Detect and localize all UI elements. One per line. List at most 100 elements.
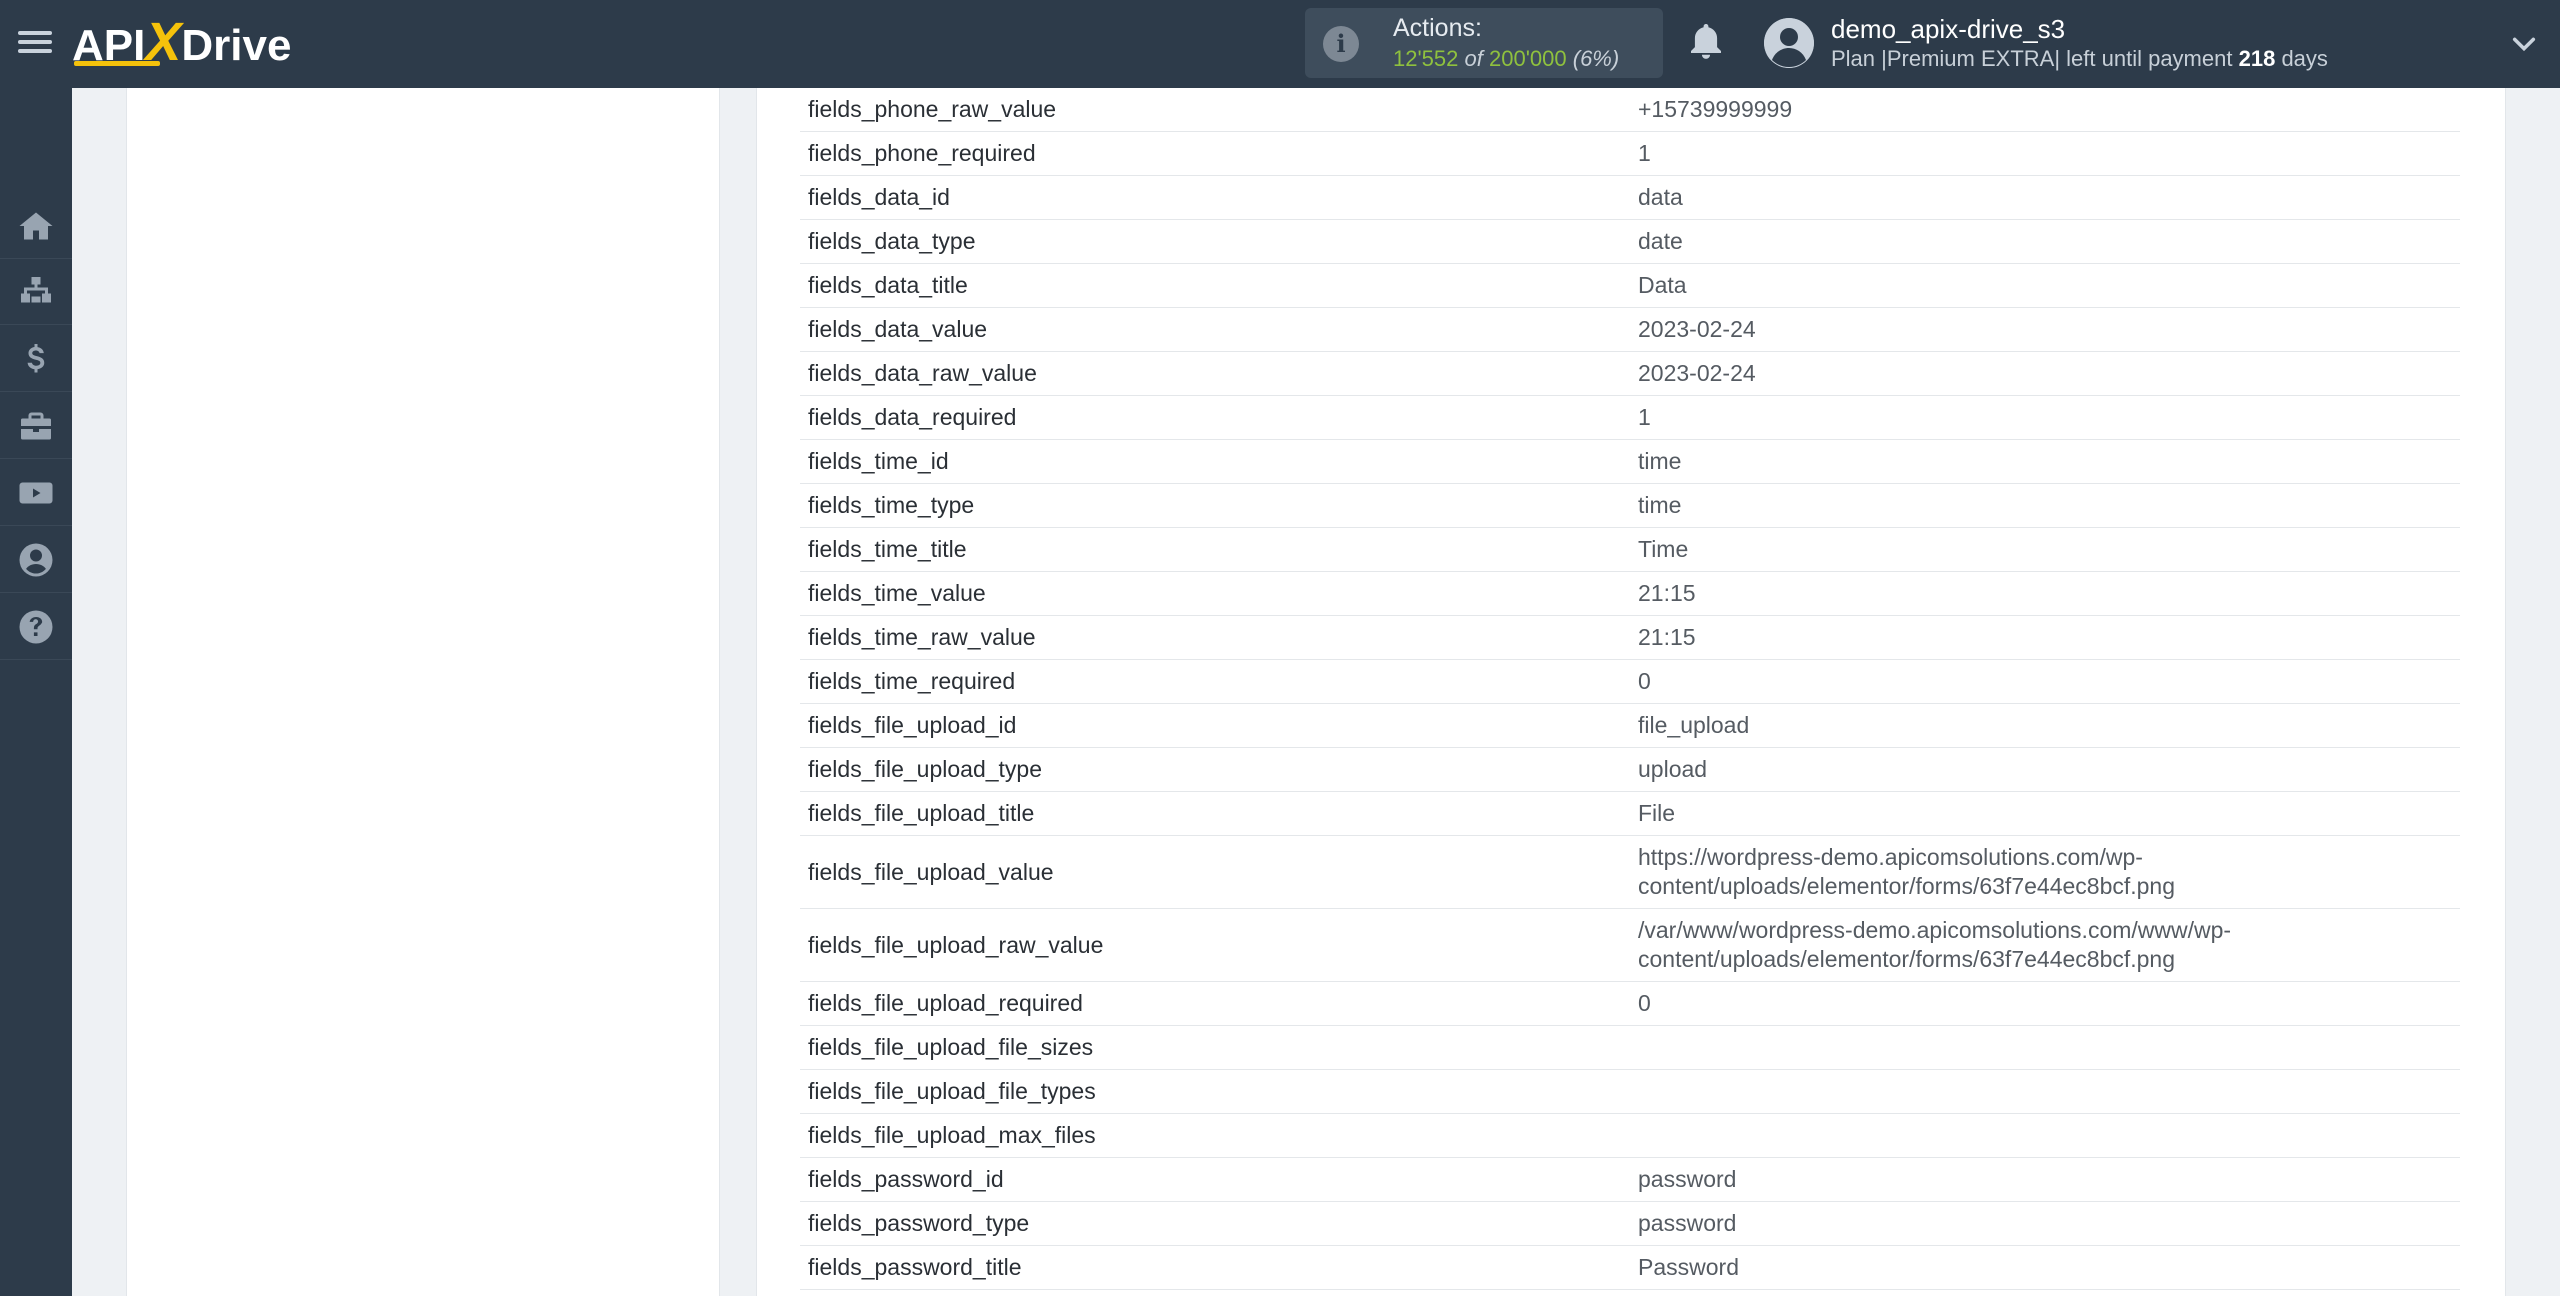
table-row: fields_time_value 21:15 <box>800 572 2460 616</box>
table-row: fields_time_raw_value 21:15 <box>800 616 2460 660</box>
field-value: Password <box>1638 1254 1739 1280</box>
actions-counter[interactable]: i Actions: 12'552 of 200'000 (6%) <box>1305 8 1663 78</box>
table-row: fields_time_required 0 <box>800 660 2460 704</box>
table-row: fields_time_type time <box>800 484 2460 528</box>
table-row: fields_data_type date <box>800 220 2460 264</box>
left-content-panel <box>126 88 720 1296</box>
left-sidebar <box>0 88 72 1296</box>
field-value: 21:15 <box>1638 624 1696 650</box>
field-value: 21:15 <box>1638 580 1696 606</box>
chevron-down-icon[interactable] <box>2510 30 2538 58</box>
field-key: fields_data_raw_value <box>808 360 1037 386</box>
user-name[interactable]: demo_apix-drive_s3 <box>1831 14 2065 45</box>
field-key: fields_file_upload_file_types <box>808 1078 1096 1104</box>
table-row: fields_data_value 2023-02-24 <box>800 308 2460 352</box>
avatar[interactable] <box>1764 18 1814 68</box>
field-value <box>1630 1114 2460 1157</box>
field-value <box>1630 1026 2460 1069</box>
field-key: fields_time_value <box>808 580 986 606</box>
table-row: fields_password_title Password <box>800 1246 2460 1290</box>
table-row: fields_file_upload_value https://wordpres… <box>800 836 2460 909</box>
table-row: fields_file_upload_file_types <box>800 1070 2460 1114</box>
field-key: fields_file_upload_title <box>808 800 1035 826</box>
sidebar-item-video[interactable] <box>0 460 72 526</box>
sitemap-icon <box>21 276 51 302</box>
table-row: fields_password_id password <box>800 1158 2460 1202</box>
field-key: fields_data_value <box>808 316 988 342</box>
field-value: 2023-02-24 <box>1638 360 1756 386</box>
sidebar-item-home[interactable] <box>0 193 72 259</box>
field-key: fields_data_required <box>808 404 1017 430</box>
field-key: fields_file_upload_required <box>808 990 1083 1016</box>
field-key: fields_data_id <box>808 184 950 210</box>
field-key: fields_phone_required <box>808 140 1036 166</box>
field-value: File <box>1638 800 1676 826</box>
field-key: fields_time_id <box>808 448 949 474</box>
logo-underline <box>74 61 160 66</box>
field-key: fields_file_upload_raw_value <box>808 931 1104 958</box>
user-circle-icon <box>19 543 53 576</box>
field-key: fields_file_upload_max_files <box>808 1122 1096 1148</box>
field-key: fields_time_type <box>808 492 975 518</box>
actions-total: 200'000 <box>1489 46 1567 71</box>
field-key: fields_file_upload_file_sizes <box>808 1034 1094 1060</box>
youtube-icon <box>19 482 53 503</box>
table-row: fields_file_upload_type upload <box>800 748 2460 792</box>
field-key: fields_password_title <box>808 1254 1022 1280</box>
table-row: fields_file_upload_required 0 <box>800 982 2460 1026</box>
table-row: fields_phone_raw_value +15739999999 <box>800 88 2460 132</box>
table-row: fields_file_upload_id file_upload <box>800 704 2460 748</box>
apix-drive-logo[interactable]: APIXDrive <box>72 14 291 70</box>
field-value: 1 <box>1638 140 1651 166</box>
field-value: file_upload <box>1638 712 1750 738</box>
plan-days: 218 <box>2238 46 2276 71</box>
dollar-icon <box>27 343 45 372</box>
field-value: 0 <box>1638 990 1651 1016</box>
table-row: fields_time_title Time <box>800 528 2460 572</box>
actions-of: of <box>1464 46 1483 71</box>
field-value: password <box>1638 1210 1737 1236</box>
bell-icon[interactable] <box>1688 22 1724 62</box>
field-key: fields_password_type <box>808 1210 1030 1236</box>
table-row: fields_data_raw_value 2023-02-24 <box>800 352 2460 396</box>
table-row: fields_phone_required 1 <box>800 132 2460 176</box>
field-value: 0 <box>1638 668 1651 694</box>
sidebar-item-services[interactable] <box>0 393 72 459</box>
plan-suffix: days <box>2281 46 2328 71</box>
field-key: fields_file_upload_type <box>808 756 1043 782</box>
field-key: fields_file_upload_value <box>808 858 1054 885</box>
home-icon <box>19 212 53 239</box>
table-row: fields_password_type password <box>800 1202 2460 1246</box>
sidebar-item-profile[interactable] <box>0 527 72 593</box>
field-key: fields_data_title <box>808 272 968 298</box>
data-table: fields_phone_raw_value +15739999999 field… <box>800 88 2460 1290</box>
table-row: fields_file_upload_title File <box>800 792 2460 836</box>
hamburger-menu-icon[interactable] <box>18 26 52 60</box>
info-icon: i <box>1323 26 1359 62</box>
logo-drive-text: Drive <box>181 21 292 70</box>
table-row: fields_file_upload_max_files <box>800 1114 2460 1158</box>
field-value: time <box>1638 448 1682 474</box>
sidebar-item-help[interactable] <box>0 594 72 660</box>
plan-prefix: Plan |Premium EXTRA| left until payment <box>1831 46 2233 71</box>
field-key: fields_time_required <box>808 668 1016 694</box>
field-value: /var/www/wordpress-demo.apicomsolutions.… <box>1638 917 2232 972</box>
user-plan: Plan |Premium EXTRA| left until payment … <box>1831 46 2328 72</box>
sidebar-item-billing[interactable] <box>0 326 72 392</box>
field-value: https://wordpress-demo.apicomsolutions.c… <box>1638 844 2176 899</box>
field-value: Data <box>1638 272 1687 298</box>
field-value: time <box>1638 492 1682 518</box>
table-row: fields_data_required 1 <box>800 396 2460 440</box>
field-key: fields_data_type <box>808 228 976 254</box>
table-row: fields_data_id data <box>800 176 2460 220</box>
actions-label: Actions: <box>1393 14 1482 42</box>
table-row: fields_time_id time <box>800 440 2460 484</box>
briefcase-icon <box>21 412 51 439</box>
field-value: Time <box>1638 536 1689 562</box>
field-value: password <box>1638 1166 1737 1192</box>
top-header: APIXDrive i Actions: 12'552 of 200'000 (… <box>0 0 2560 88</box>
field-key: fields_time_raw_value <box>808 624 1036 650</box>
field-value: +15739999999 <box>1638 96 1793 122</box>
sidebar-item-connections[interactable] <box>0 259 72 325</box>
field-value: upload <box>1638 756 1708 782</box>
